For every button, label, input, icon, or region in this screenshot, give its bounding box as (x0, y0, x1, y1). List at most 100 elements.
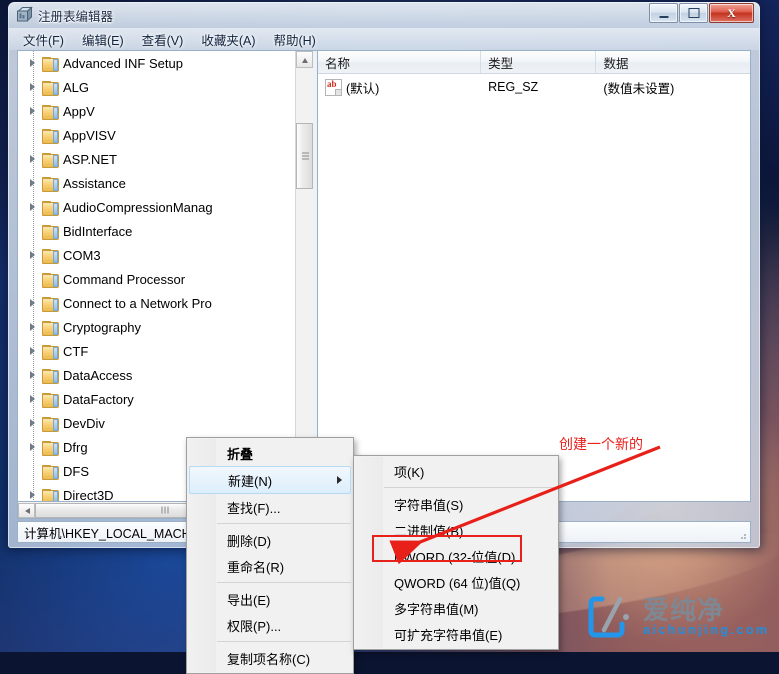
expand-arrow-icon[interactable] (28, 106, 39, 117)
registry-tree[interactable]: Advanced INF Setup ALG AppV AppVISV ASP.NET A… (18, 51, 296, 501)
expand-arrow-icon[interactable] (28, 418, 39, 429)
expand-arrow-icon[interactable] (28, 154, 39, 165)
folder-icon (42, 104, 59, 120)
tree-item-label: DataAccess (63, 367, 133, 383)
context-menu-item-3[interactable]: 删除(D) (187, 527, 353, 553)
tree-item-appv[interactable]: AppV (18, 99, 296, 123)
tree-item-com3[interactable]: COM3 (18, 243, 296, 267)
tree-item-datafactory[interactable]: DataFactory (18, 387, 296, 411)
window-controls: X (649, 3, 754, 23)
tree-item-audiocompressionmanag[interactable]: AudioCompressionManag (18, 195, 296, 219)
tree-item-advanced-inf-setup[interactable]: Advanced INF Setup (18, 51, 296, 75)
expand-arrow-icon[interactable] (28, 298, 39, 309)
folder-icon (42, 344, 59, 360)
tree-item-label: Dfrg (63, 439, 88, 455)
tree-item-connect-to-a-network-pro[interactable]: Connect to a Network Pro (18, 291, 296, 315)
registry-tree-pane[interactable]: Advanced INF Setup ALG AppV AppVISV ASP.NET A… (17, 50, 313, 502)
menu-item-view[interactable]: 查看(V) (134, 28, 192, 51)
grip-icon (161, 506, 168, 514)
menu-item-favorites[interactable]: 收藏夹(A) (193, 28, 263, 51)
tree-scroll-up-button[interactable] (296, 51, 313, 68)
expand-arrow-icon[interactable] (28, 442, 39, 453)
submenu-item-5[interactable]: 多字符串值(M) (354, 595, 558, 621)
tree-item-label: Advanced INF Setup (63, 55, 183, 71)
tree-item-ctf[interactable]: CTF (18, 339, 296, 363)
submenu-item-1[interactable]: 字符串值(S) (354, 491, 558, 517)
tree-vertical-scrollbar[interactable] (295, 51, 313, 501)
submenu-item-6[interactable]: 可扩充字符串值(E) (354, 621, 558, 647)
expand-arrow-icon[interactable] (28, 394, 39, 405)
maximize-button[interactable] (679, 3, 708, 23)
submenu-item-label: 项(K) (394, 464, 425, 480)
tree-item-label: Direct3D (63, 487, 114, 502)
tree-scroll-left-button[interactable] (18, 502, 35, 518)
tree-item-label: Command Processor (63, 271, 186, 287)
submenu-separator (384, 487, 556, 488)
folder-icon (42, 248, 59, 264)
tree-item-assistance[interactable]: Assistance (18, 171, 296, 195)
resize-grip-icon[interactable] (737, 530, 747, 540)
menu-item-file[interactable]: 文件(F) (15, 28, 72, 51)
tree-item-bidinterface[interactable]: BidInterface (18, 219, 296, 243)
folder-icon (42, 464, 59, 480)
tree-item-label: BidInterface (63, 223, 133, 239)
chevron-left-icon (25, 507, 30, 514)
expand-arrow-icon[interactable] (28, 370, 39, 381)
expand-arrow-icon[interactable] (28, 202, 39, 213)
context-menu-item-label: 重命名(R) (227, 559, 285, 575)
expand-arrow-icon[interactable] (28, 250, 39, 261)
tree-item-label: ALG (63, 79, 90, 95)
tree-item-command-processor[interactable]: Command Processor (18, 267, 296, 291)
expand-arrow-icon[interactable] (28, 58, 39, 69)
column-header-data[interactable]: 数据 (596, 51, 750, 73)
submenu-item-0[interactable]: 项(K) (354, 458, 558, 484)
context-menu-item-1[interactable]: 新建(N) (189, 466, 351, 494)
expand-arrow-icon[interactable] (28, 322, 39, 333)
tree-item-cryptography[interactable]: Cryptography (18, 315, 296, 339)
watermark-en: aichunjing.com (643, 623, 770, 637)
menu-item-help[interactable]: 帮助(H) (265, 28, 323, 51)
expand-arrow-icon[interactable] (28, 178, 39, 189)
column-header-type[interactable]: 类型 (481, 51, 597, 73)
table-row[interactable]: (默认) REG_SZ (数值未设置) (318, 74, 750, 100)
menu-bar: 文件(F) 编辑(E) 查看(V) 收藏夹(A) 帮助(H) (9, 28, 759, 50)
expand-arrow-icon[interactable] (28, 490, 39, 501)
tree-item-label: CTF (63, 343, 89, 359)
close-button[interactable]: X (709, 3, 754, 23)
folder-icon (42, 80, 59, 96)
tree-scroll-thumb[interactable] (296, 123, 313, 189)
minimize-button[interactable] (649, 3, 678, 23)
tree-item-label: Connect to a Network Pro (63, 295, 212, 311)
expand-arrow-icon[interactable] (28, 346, 39, 357)
context-menu-separator (217, 523, 351, 524)
tree-item-dataaccess[interactable]: DataAccess (18, 363, 296, 387)
menu-item-edit[interactable]: 编辑(E) (74, 28, 132, 51)
tree-item-alg[interactable]: ALG (18, 75, 296, 99)
folder-icon (42, 296, 59, 312)
column-header-name[interactable]: 名称 (318, 51, 482, 73)
submenu-item-4[interactable]: QWORD (64 位)值(Q) (354, 569, 558, 595)
context-menu-item-4[interactable]: 重命名(R) (187, 553, 353, 579)
tree-item-appvisv[interactable]: AppVISV (18, 123, 296, 147)
context-menu-item-0[interactable]: 折叠 (187, 440, 353, 466)
context-menu-item-label: 新建(N) (228, 473, 273, 489)
tree-item-label: DataFactory (63, 391, 134, 407)
context-menu-item-6[interactable]: 权限(P)... (187, 612, 353, 638)
tree-item-asp-net[interactable]: ASP.NET (18, 147, 296, 171)
folder-icon (42, 152, 59, 168)
tree-item-label: AppVISV (63, 127, 116, 143)
context-menu-item-5[interactable]: 导出(E) (187, 586, 353, 612)
context-menu-item-2[interactable]: 查找(F)... (187, 494, 353, 520)
registry-values-pane[interactable]: 名称 类型 数据 (默认) REG_SZ (数值未设置) (317, 50, 751, 502)
value-type-cell: REG_SZ (488, 80, 539, 94)
folder-icon (42, 488, 59, 501)
folder-icon (42, 176, 59, 192)
tree-item-devdiv[interactable]: DevDiv (18, 411, 296, 435)
folder-icon (42, 128, 59, 144)
title-bar[interactable]: 注册表编辑器 X (8, 2, 760, 28)
value-name-text: (默认) (346, 81, 380, 96)
context-menu-item-7[interactable]: 复制项名称(C) (187, 645, 353, 671)
expand-arrow-icon[interactable] (28, 82, 39, 93)
context-menu[interactable]: 折叠新建(N) 查找(F)... 删除(D) 重命名(R) 导出(E) 权限(P)... 复… (186, 437, 354, 674)
folder-icon (42, 368, 59, 384)
